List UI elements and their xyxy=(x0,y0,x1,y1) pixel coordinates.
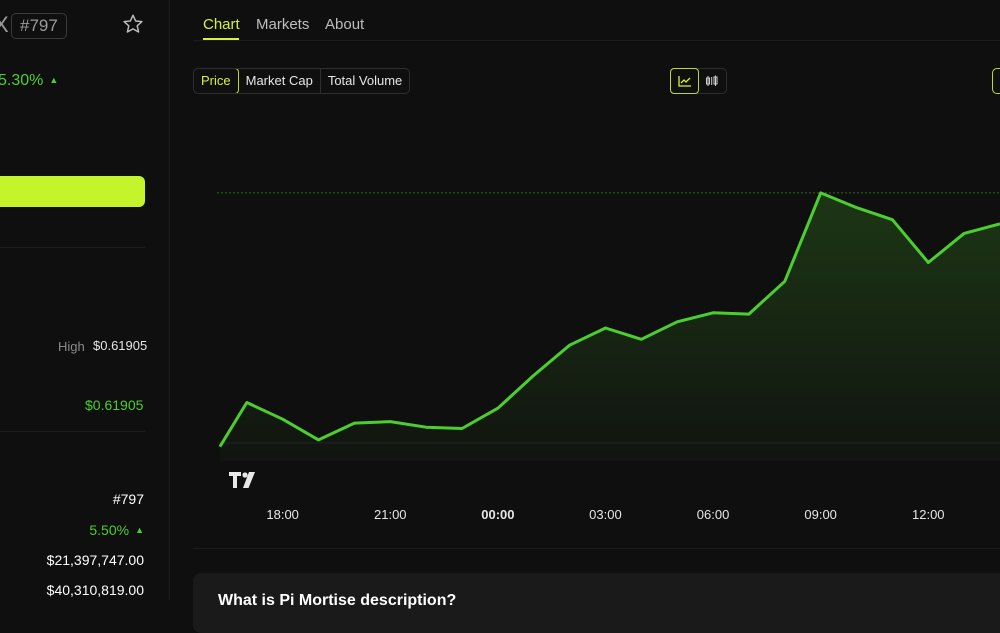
x-tick-label: 12:00 xyxy=(911,507,945,522)
metric-market-cap-button[interactable]: Market Cap xyxy=(239,69,321,93)
high-value: $0.61905 xyxy=(93,338,148,353)
line-chart-button[interactable] xyxy=(670,68,699,94)
coin-symbol-fragment: X xyxy=(0,12,9,37)
x-tick-label: 06:00 xyxy=(696,507,730,522)
line-chart-icon xyxy=(677,76,691,87)
primary-action-button[interactable] xyxy=(0,176,145,207)
price-chart[interactable] xyxy=(193,180,1000,525)
tab-markets[interactable]: Markets xyxy=(256,16,309,33)
chart-type-toggle xyxy=(670,68,727,94)
x-tick-label: 00:00 xyxy=(481,507,515,522)
chart-option-button[interactable] xyxy=(992,68,1000,94)
coin-sidebar xyxy=(0,0,170,600)
candlestick-icon xyxy=(705,75,717,86)
candlestick-button[interactable] xyxy=(698,69,725,93)
metric-total-volume-button[interactable]: Total Volume xyxy=(321,69,409,93)
chart-bottom-divider xyxy=(193,548,1000,549)
star-icon[interactable] xyxy=(122,13,144,35)
metric-selector: Price Market Cap Total Volume xyxy=(193,68,411,94)
stat-volume: $40,310,819.00 xyxy=(46,582,144,598)
x-tick-label: 18:00 xyxy=(266,507,299,522)
tradingview-logo xyxy=(229,472,260,493)
stat-change: 5.50% ▲ xyxy=(89,522,144,538)
metric-price-button[interactable]: Price xyxy=(194,69,239,93)
stat-rank: #797 xyxy=(112,491,144,507)
price-change-percent: 5.30% ▲ xyxy=(0,72,59,89)
x-tick-label: 09:00 xyxy=(804,507,837,522)
up-triangle-icon: ▲ xyxy=(135,525,144,535)
tabs-divider xyxy=(193,40,1000,41)
price-area-fill xyxy=(219,192,1000,461)
about-title: What is Pi Mortise description? xyxy=(218,592,457,609)
up-triangle-icon: ▲ xyxy=(49,75,59,85)
stat-market-cap: $21,397,747.00 xyxy=(46,552,144,568)
high-label: High xyxy=(58,339,85,354)
tab-about[interactable]: About xyxy=(325,16,364,33)
x-tick-label: 03:00 xyxy=(589,507,622,522)
price-value-green: $0.61905 xyxy=(85,397,144,413)
x-tick-label: 21:00 xyxy=(373,507,407,522)
rank-badge: #797 xyxy=(11,13,67,39)
tab-chart[interactable]: Chart xyxy=(203,16,240,33)
divider xyxy=(0,431,145,432)
divider xyxy=(0,247,145,248)
